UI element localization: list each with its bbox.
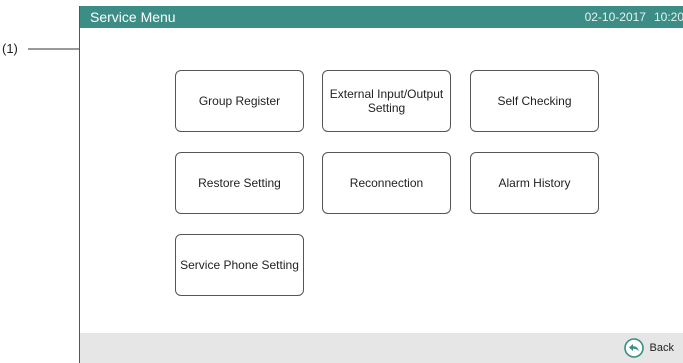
group-register-button[interactable]: Group Register [175,70,304,132]
touch-screen: Service Menu 02-10-2017 10:20 Group Regis… [79,6,683,363]
date-text: 02-10-2017 [584,10,646,24]
external-io-setting-button[interactable]: External Input/Output Setting [322,70,451,132]
datetime-display: 02-10-2017 10:20 [585,10,683,24]
restore-setting-button[interactable]: Restore Setting [175,152,304,214]
back-arrow-icon [623,338,644,358]
back-button[interactable]: Back [623,338,674,358]
footer-bar: Back [80,333,683,363]
service-phone-setting-button[interactable]: Service Phone Setting [175,234,304,296]
alarm-history-button[interactable]: Alarm History [470,152,599,214]
time-text: 10:20 [653,10,683,24]
self-checking-button[interactable]: Self Checking [470,70,599,132]
reconnection-button[interactable]: Reconnection [322,152,451,214]
page-title: Service Menu [90,9,176,25]
back-label: Back [649,342,674,354]
page: (1) Service Menu 02-10-2017 10:20 Group R… [0,0,683,363]
title-bar: Service Menu 02-10-2017 10:20 [80,6,683,28]
